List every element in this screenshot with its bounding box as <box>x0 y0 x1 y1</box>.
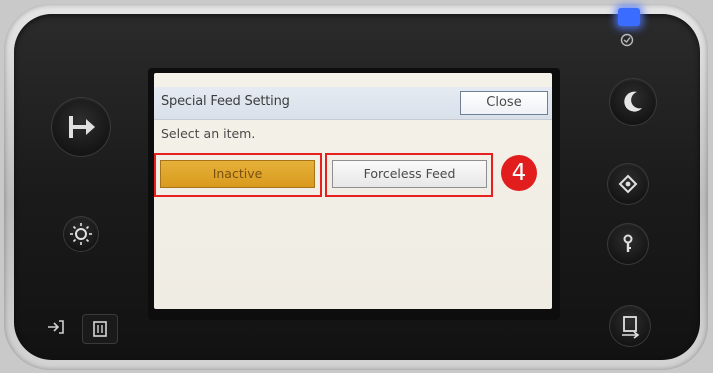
power-status-icon <box>620 33 634 47</box>
data-in-icon <box>93 321 107 337</box>
media-button[interactable] <box>610 306 650 346</box>
diamond-icon <box>618 174 638 194</box>
check-status-button[interactable] <box>608 164 648 204</box>
close-button[interactable]: Close <box>460 91 548 115</box>
highlight-forceless-feed <box>325 153 493 197</box>
logout-button[interactable] <box>52 98 110 156</box>
moon-icon <box>624 91 642 112</box>
instruction-text: Select an item. <box>161 126 256 141</box>
media-slot-icon <box>622 316 640 339</box>
user-tools-button[interactable] <box>608 224 648 264</box>
data-in-button[interactable] <box>82 314 118 344</box>
key-icon <box>623 234 633 252</box>
main-power-indicator <box>620 33 634 47</box>
power-led <box>618 8 640 26</box>
brightness-button[interactable] <box>64 217 98 251</box>
energy-saver-button[interactable] <box>610 79 656 125</box>
step-number-badge: 4 <box>501 155 537 191</box>
brightness-icon <box>70 223 92 245</box>
highlight-inactive <box>154 153 322 197</box>
dialog-title: Special Feed Setting <box>161 94 290 109</box>
login-arrow-icon <box>48 320 64 334</box>
login-button[interactable] <box>46 318 66 336</box>
logout-arrow-icon <box>69 116 95 138</box>
